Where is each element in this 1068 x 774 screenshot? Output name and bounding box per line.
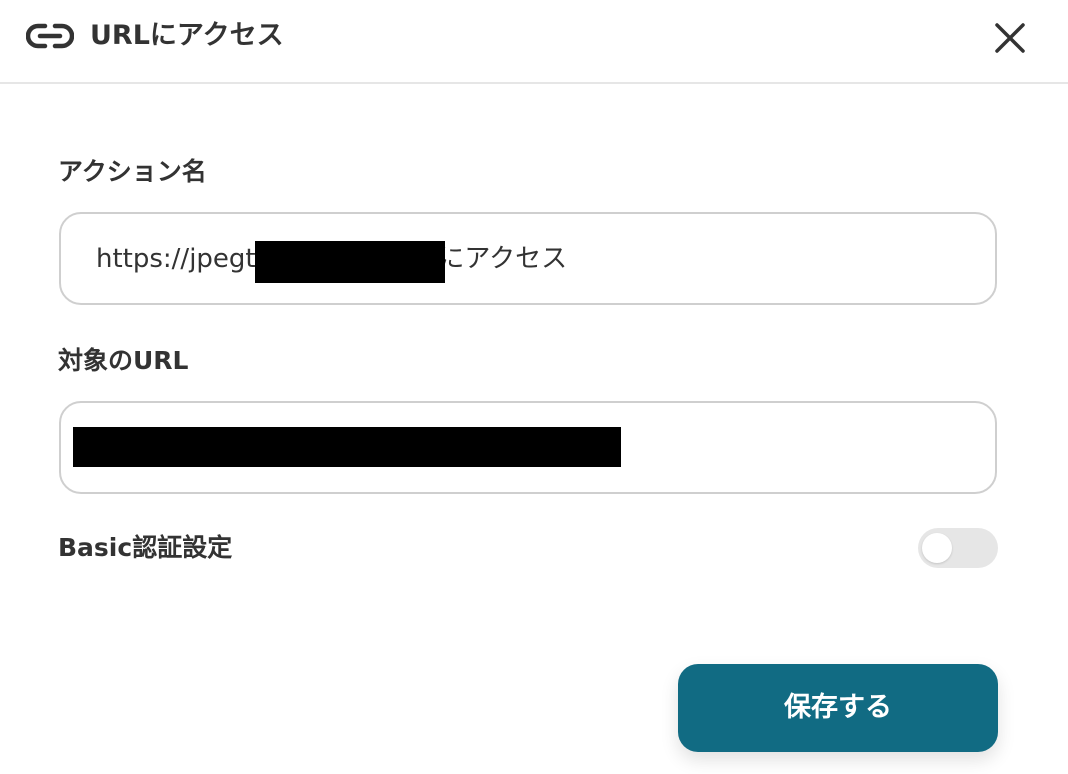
save-button[interactable]: 保存する [678,664,998,752]
action-name-label: アクション名 [58,157,207,186]
close-icon[interactable] [992,20,1028,56]
dialog-title: URLにアクセス [90,20,284,51]
target-url-input[interactable] [59,401,997,494]
dialog-header: URLにアクセス [0,0,1068,84]
action-name-value-prefix: https://jpegt [96,244,256,274]
link-icon [26,23,74,49]
basic-auth-toggle[interactable] [918,528,998,568]
toggle-knob [922,533,952,563]
redaction-bar [73,427,621,467]
action-name-value-suffix: /にアクセス [429,244,568,274]
target-url-label: 対象のURL [58,346,189,375]
redaction-bar [255,241,445,283]
action-name-input[interactable]: https://jpegt/にアクセス [59,212,997,305]
basic-auth-label: Basic認証設定 [58,533,233,562]
